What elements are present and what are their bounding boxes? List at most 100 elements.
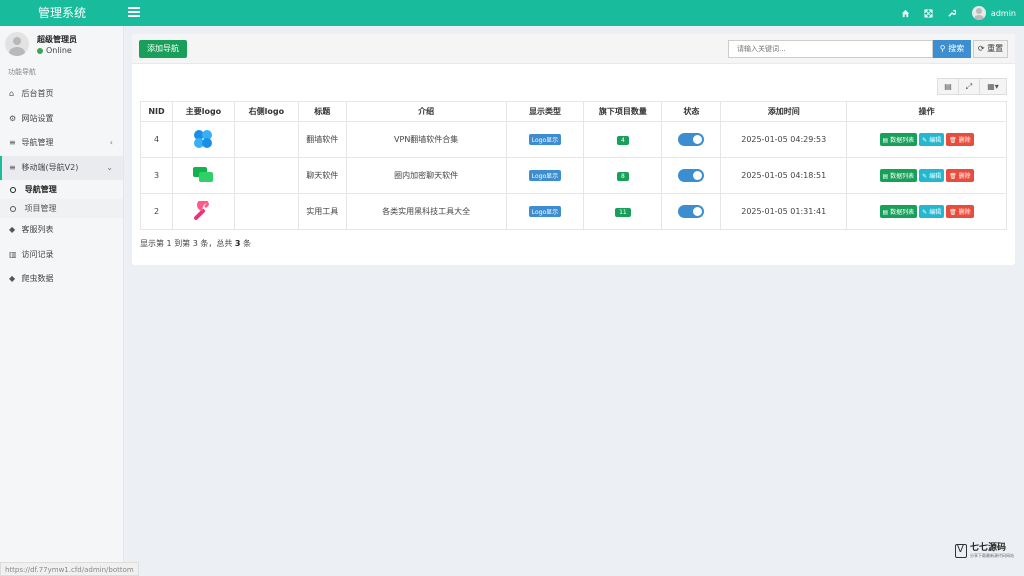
col-count[interactable]: 旗下项目数量 (583, 101, 663, 122)
table-tools: ▤ ⤢ ▦▾ (937, 78, 1007, 95)
cell-status (661, 193, 722, 230)
sidebar-item-label: 导航管理 (21, 138, 54, 147)
cell-count: 8 (583, 157, 663, 194)
fullscreen-icon[interactable] (922, 6, 936, 20)
reset-button[interactable]: ⟳ 重置 (973, 40, 1008, 58)
sidebar-item-nav-manage[interactable]: ≡ 导航管理 ‹ (0, 131, 123, 156)
add-nav-button[interactable]: 添加导航 (139, 40, 187, 58)
user-name[interactable]: admin (991, 9, 1016, 18)
fullscreen-icon[interactable]: ⤢ (958, 78, 980, 95)
cell-right-logo (233, 193, 299, 230)
cell-nid: 3 (140, 157, 173, 194)
main-panel: 添加导航 ⚲ 搜索 ⟳ 重置 ▤ ⤢ ▦▾ NID 主要logo 右侧logo … (132, 34, 1015, 265)
cell-time: 2025-01-05 04:29:53 (720, 121, 848, 158)
wrench-icon[interactable] (945, 6, 959, 20)
edit-button[interactable]: ✎ 编辑 (919, 169, 945, 182)
online-status: Online (37, 46, 72, 55)
cell-right-logo (233, 121, 299, 158)
pink-wrench-logo-icon (194, 198, 210, 220)
cell-type: Logo显示 (505, 193, 585, 230)
menu-toggle-icon[interactable] (128, 7, 140, 19)
col-actions: 操作 (846, 101, 1007, 122)
edit-button[interactable]: ✎ 编辑 (919, 205, 945, 218)
sidebar-item-dashboard[interactable]: ⌂ 后台首页 (0, 82, 123, 107)
sidebar-item-visit-records[interactable]: ▥ 访问记录 (0, 243, 123, 268)
blue-flower-logo-icon (194, 129, 213, 148)
cell-status (661, 157, 722, 194)
cell-time: 2025-01-05 04:18:51 (720, 157, 848, 194)
cell-right-logo (233, 157, 299, 194)
cell-type: Logo显示 (505, 121, 585, 158)
cell-actions: ▤ 数据列表 ✎ 编辑 🗑 删除 (846, 157, 1007, 194)
sidebar-item-label: 网站设置 (21, 113, 54, 123)
count-badge: 4 (616, 135, 629, 145)
sidebar-section-label: 功能导航 (8, 68, 36, 76)
app-title[interactable]: 管理系统 (0, 0, 124, 26)
col-type[interactable]: 显示类型 (505, 101, 585, 122)
sidebar-item-label: 移动端(导航V2) (21, 162, 79, 172)
tag-icon: ◆ (9, 274, 16, 283)
watermark: 七七源码 分享下载最新源代码网站 (955, 543, 1014, 559)
sidebar-user-name: 超级管理员 (37, 35, 77, 44)
cell-actions: ▤ 数据列表 ✎ 编辑 🗑 删除 (846, 121, 1007, 158)
home-icon[interactable] (899, 6, 913, 20)
cell-intro: 圈内加密聊天软件 (345, 157, 507, 194)
sidebar-item-label: 爬虫数据 (21, 274, 54, 283)
top-icons: admin (899, 0, 1016, 26)
delete-button[interactable]: 🗑 删除 (946, 205, 974, 218)
tag-icon: ◆ (9, 225, 16, 234)
status-toggle[interactable] (678, 133, 705, 146)
col-time[interactable]: 添加时间 (720, 101, 848, 122)
export-icon[interactable]: ▤ (937, 78, 959, 95)
columns-dropdown-icon[interactable]: ▦▾ (979, 78, 1007, 95)
data-table: NID 主要logo 右侧logo 标题 介绍 显示类型 旗下项目数量 状态 添… (140, 101, 1007, 230)
data-list-button[interactable]: ▤ 数据列表 (879, 205, 918, 218)
table-row: 2 实用工具 各类实用黑科技工具大全 Logo显示 11 2025-01-05 … (140, 193, 1007, 230)
edit-button[interactable]: ✎ 编辑 (919, 133, 945, 146)
sidebar-subitem-nav-manage[interactable]: 导航管理 (0, 180, 123, 199)
status-toggle[interactable] (678, 205, 705, 218)
cell-intro: 各类实用黑科技工具大全 (345, 193, 507, 230)
cell-type: Logo显示 (505, 157, 585, 194)
col-main-logo[interactable]: 主要logo (171, 101, 235, 122)
status-toggle[interactable] (678, 169, 705, 182)
reset-button-label: 重置 (987, 44, 1004, 53)
cell-nid: 4 (140, 121, 173, 158)
sidebar-item-label: 后台首页 (21, 89, 54, 98)
search-input[interactable] (728, 40, 933, 58)
data-list-button[interactable]: ▤ 数据列表 (879, 169, 918, 182)
watermark-logo-icon (955, 544, 967, 558)
data-list-button[interactable]: ▤ 数据列表 (879, 133, 918, 146)
sidebar-subitem-project-manage[interactable]: 项目管理 (0, 199, 123, 218)
delete-button[interactable]: 🗑 删除 (946, 169, 974, 182)
col-nid[interactable]: NID (140, 101, 173, 122)
database-icon: ≡ (9, 138, 16, 147)
user-panel: 超级管理员 Online (0, 26, 123, 62)
top-navbar: 管理系统 admin (0, 0, 1024, 26)
sidebar-item-crawler-data[interactable]: ◆ 爬虫数据 (0, 267, 123, 292)
col-intro[interactable]: 介绍 (345, 101, 507, 122)
watermark-subtitle: 分享下载最新源代码网站 (970, 553, 1014, 558)
cell-main-logo (171, 193, 235, 230)
search-button[interactable]: ⚲ 搜索 (933, 40, 971, 58)
chevron-left-icon: ‹ (109, 138, 113, 147)
sidebar: 超级管理员 Online 功能导航 ⌂ 后台首页 ⚙ 网站设置 ≡ 导航管理 ‹… (0, 26, 124, 576)
search-button-label: 搜索 (948, 44, 965, 53)
sidebar-item-service-list[interactable]: ◆ 客服列表 (0, 218, 123, 243)
col-status[interactable]: 状态 (661, 101, 722, 122)
sidebar-item-site-settings[interactable]: ⚙ 网站设置 (0, 107, 123, 132)
circle-icon (10, 205, 16, 212)
bar-chart-icon: ▥ (9, 249, 17, 259)
table-header-row: NID 主要logo 右侧logo 标题 介绍 显示类型 旗下项目数量 状态 添… (140, 101, 1007, 122)
sidebar-item-mobile-nav[interactable]: ≡ 移动端(导航V2) ⌄ (0, 155, 123, 180)
toolbar: 添加导航 ⚲ 搜索 ⟳ 重置 (132, 34, 1015, 64)
cell-title: 聊天软件 (297, 157, 347, 194)
delete-button[interactable]: 🗑 删除 (946, 133, 974, 146)
col-right-logo[interactable]: 右侧logo (233, 101, 299, 122)
col-title[interactable]: 标题 (297, 101, 347, 122)
user-avatar[interactable] (971, 6, 986, 20)
cell-time: 2025-01-05 01:31:41 (720, 193, 848, 230)
pagination-summary: 显示第 1 到第 3 条，总共 3 条 (140, 239, 252, 248)
cell-title: 实用工具 (297, 193, 347, 230)
table-row: 4 翻墙软件 VPN翻墙软件合集 Logo显示 4 2025-01-05 04:… (140, 121, 1007, 158)
